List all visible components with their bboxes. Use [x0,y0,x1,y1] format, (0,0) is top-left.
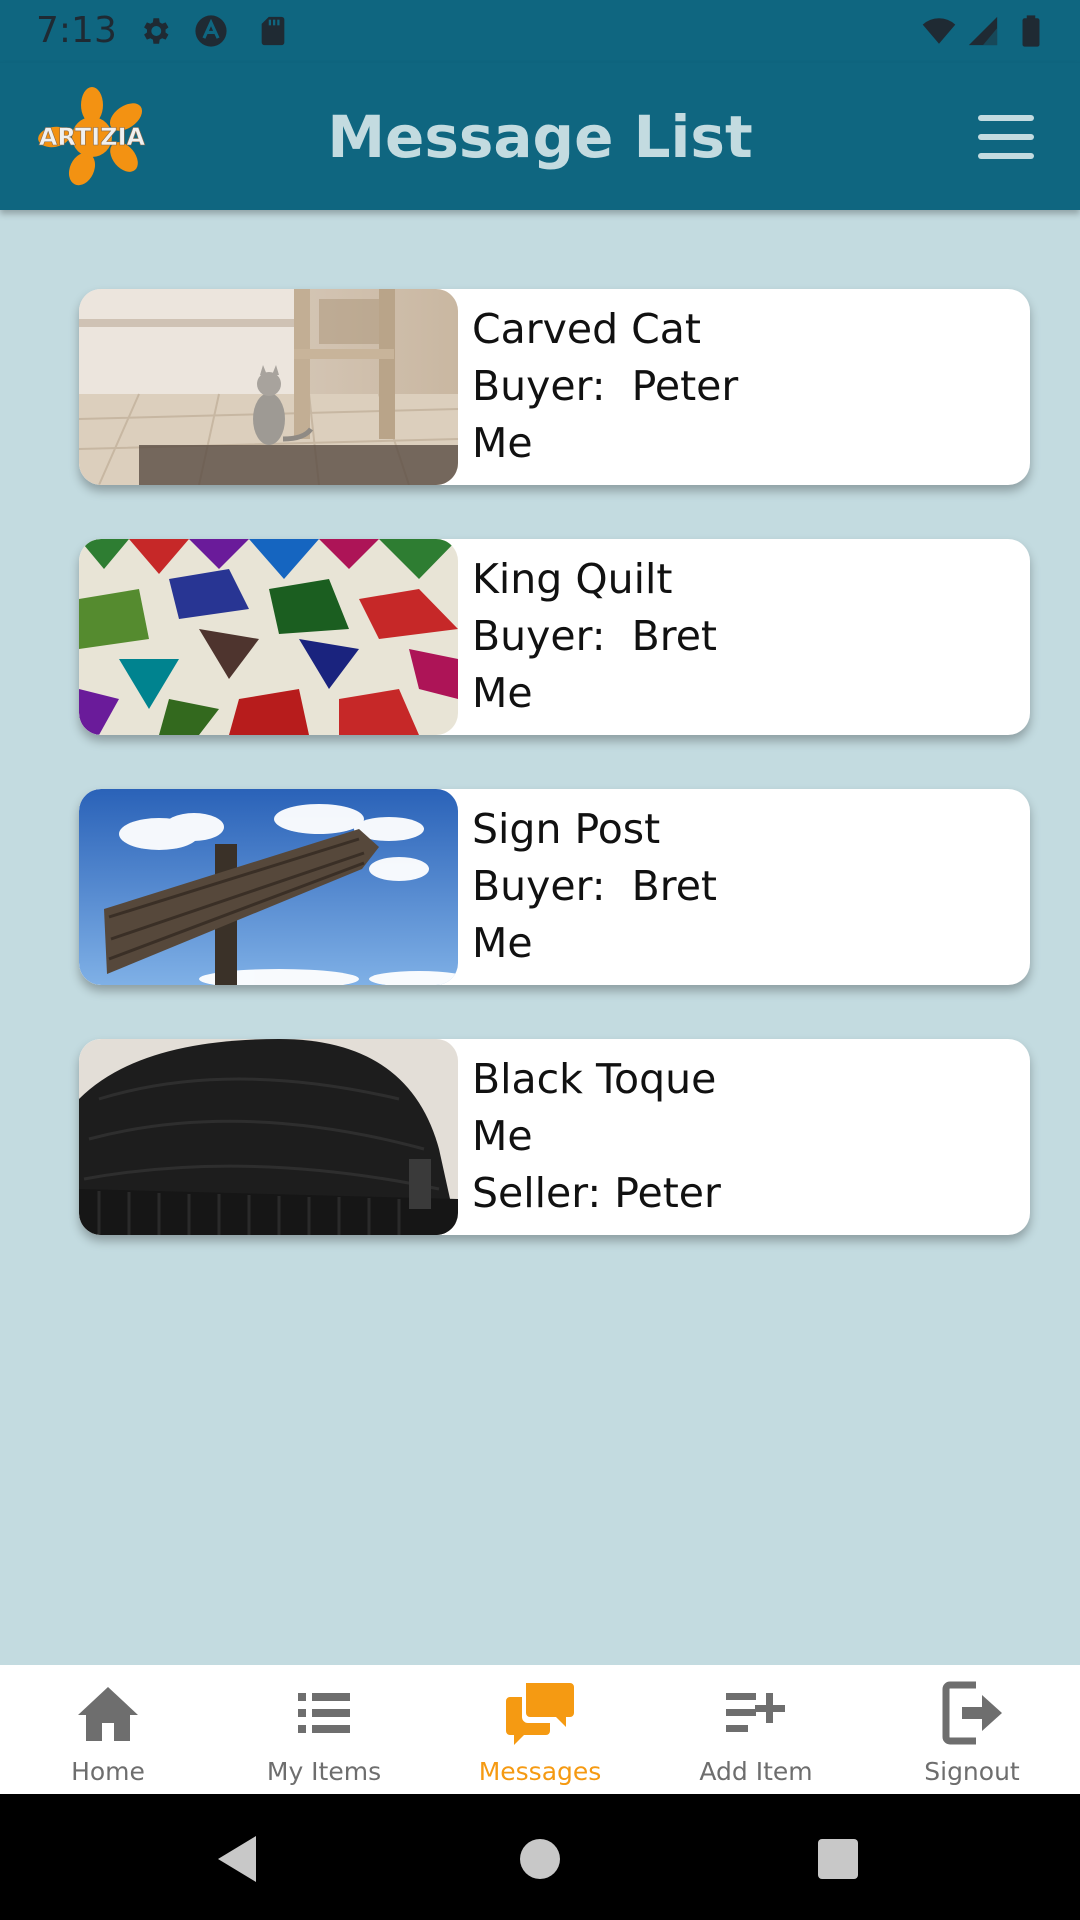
sd-card-icon [261,16,285,46]
nav-messages[interactable]: Messages [432,1665,648,1794]
app-header: ARTIZIA Message List [0,63,1080,210]
hamburger-menu-icon[interactable] [978,115,1036,159]
system-nav-bar [0,1794,1080,1920]
party-line: Me [472,919,533,967]
party-line: Me [472,419,533,467]
message-card[interactable]: Carved Cat Buyer: Peter Me [79,289,1030,485]
nav-my-items[interactable]: My Items [216,1665,432,1794]
item-title: Black Toque [472,1055,717,1103]
nav-home-label: Home [71,1757,145,1786]
cell-signal-icon [968,16,998,46]
item-title: Sign Post [472,805,661,853]
king-quilt-thumbnail [79,539,458,735]
message-card-text: Black Toque Me Seller: Peter [472,1051,721,1222]
buyer-line: Buyer: Bret [472,862,717,910]
list-icon [298,1693,350,1733]
home-icon [78,1687,138,1741]
battery-icon [1022,15,1040,47]
nav-signout-label: Signout [924,1757,1020,1786]
nav-my-items-label: My Items [266,1757,382,1786]
message-card-text: Sign Post Buyer: Bret Me [472,801,717,972]
nav-home[interactable]: Home [0,1665,216,1794]
party-line: Me [472,669,533,717]
status-time: 7:13 [36,10,117,51]
sign-post-thumbnail [79,789,458,985]
nav-add-item[interactable]: Add Item [648,1665,864,1794]
black-toque-thumbnail [79,1039,458,1235]
item-title: Carved Cat [472,305,701,353]
back-icon[interactable] [204,1824,274,1894]
message-card[interactable]: Black Toque Me Seller: Peter [79,1039,1030,1235]
message-card-text: King Quilt Buyer: Bret Me [472,551,717,722]
message-card[interactable]: King Quilt Buyer: Bret Me [79,539,1030,735]
nav-signout[interactable]: Signout [864,1665,1080,1794]
party-line: Me [472,1112,533,1160]
signout-icon [942,1681,1002,1745]
message-card[interactable]: Sign Post Buyer: Bret Me [79,789,1030,985]
buyer-line: Buyer: Bret [472,612,717,660]
buyer-line: Buyer: Peter [472,362,739,410]
page-title: Message List [327,103,753,171]
carved-cat-thumbnail [79,289,458,485]
item-title: King Quilt [472,555,673,603]
bottom-nav: Home My Items Messages Add Item Signout [0,1665,1080,1794]
message-card-text: Carved Cat Buyer: Peter Me [472,301,738,472]
wifi-icon [922,18,956,44]
nav-messages-label: Messages [478,1757,602,1786]
settings-icon [144,18,169,44]
add-list-icon [726,1693,785,1732]
seller-line: Seller: Peter [472,1169,721,1217]
chat-icon [506,1683,574,1745]
android-circle-icon [195,15,227,47]
home-circle-icon[interactable] [505,1824,575,1894]
message-list: Carved Cat Buyer: Peter Me King Quilt Bu… [79,289,1030,1289]
recents-square-icon[interactable] [803,1824,873,1894]
status-bar: 7:13 [0,0,1080,63]
nav-add-item-label: Add Item [699,1757,813,1786]
